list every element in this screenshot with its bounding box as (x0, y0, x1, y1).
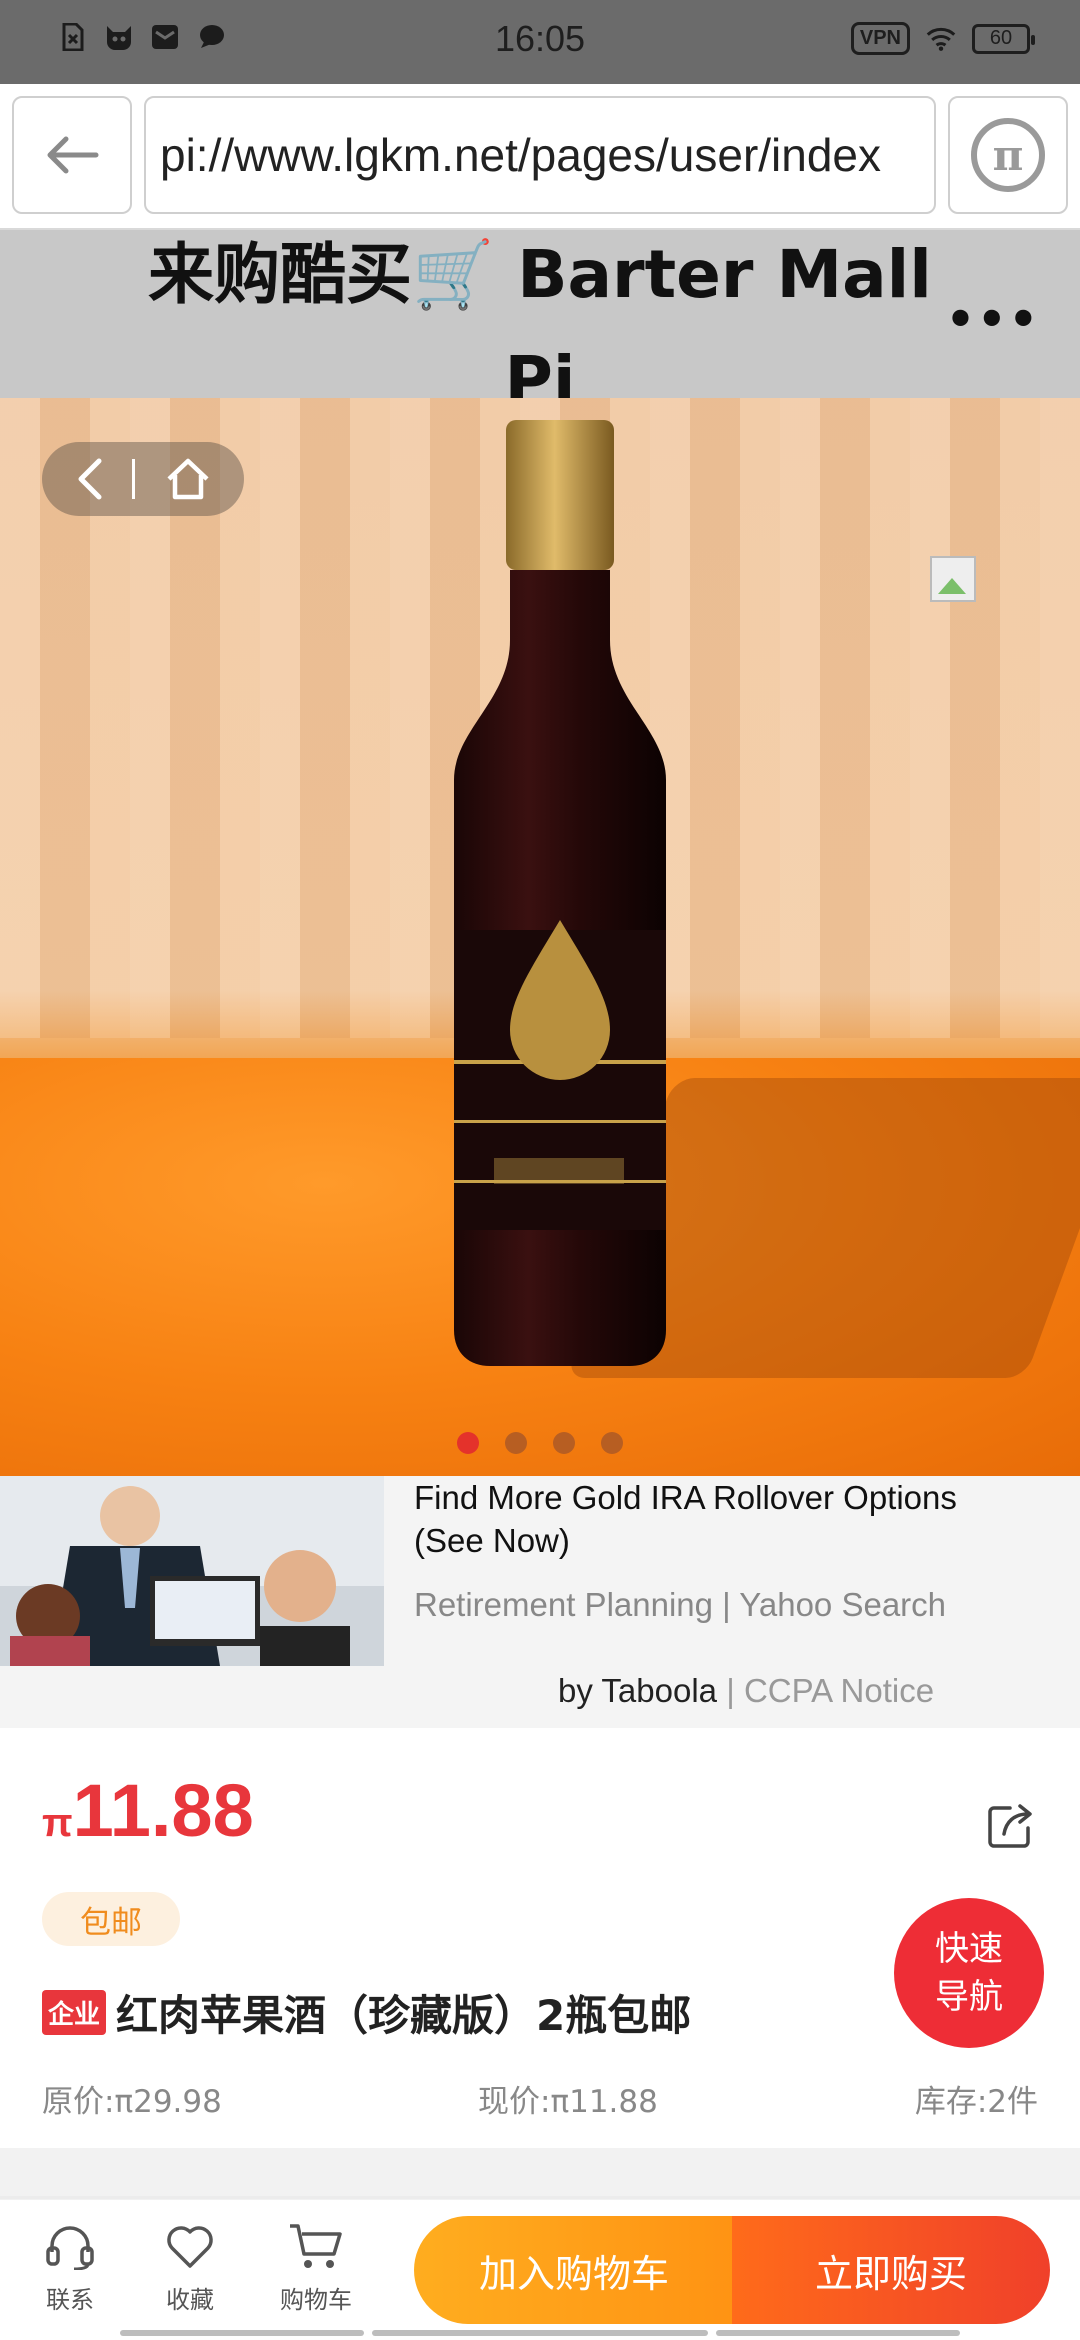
product-title-row: 企业 红肉苹果酒（珍藏版）2瓶包邮 (42, 1982, 691, 2043)
carousel-dot[interactable] (505, 1432, 527, 1454)
ad-image[interactable] (0, 1476, 384, 1666)
carousel-dots (0, 1432, 1080, 1454)
wine-bottle-photo (454, 420, 666, 1366)
ad-headline[interactable]: Find More Gold IRA Rollover Options (See… (414, 1476, 1034, 1562)
price: π11.88 (42, 1768, 254, 1853)
stock-count: 库存:2件 (914, 2084, 1038, 2120)
home-icon[interactable] (165, 457, 211, 501)
vpn-icon: VPN (850, 22, 910, 55)
ad-attribution: by Taboola | CCPA Notice (558, 1672, 934, 1710)
page-header: 来购酷买🛒 Barter Mall Pi ••• (0, 230, 1080, 419)
taboola-label[interactable]: by Taboola (558, 1672, 717, 1709)
add-to-cart-button[interactable]: 加入购物车 (414, 2216, 734, 2324)
back-button[interactable] (12, 96, 132, 214)
contact-tab[interactable]: 联系 (20, 2222, 120, 2315)
gesture-bar-left (120, 2330, 364, 2336)
attribution-separator: | (726, 1672, 735, 1709)
browser-address-bar: pi://www.lgkm.net/pages/user/index π (0, 84, 1080, 230)
product-title: 红肉苹果酒（珍藏版）2瓶包邮 (116, 1991, 692, 2040)
headset-icon (46, 2226, 94, 2271)
favorite-label: 收藏 (166, 2286, 214, 2314)
pill-divider (132, 459, 136, 499)
original-price: 原价:π29.98 (42, 2084, 222, 2120)
ad-source: Retirement Planning | Yahoo Search (414, 1586, 947, 1623)
gesture-bar-center[interactable] (372, 2330, 708, 2336)
favorite-tab[interactable]: 收藏 (140, 2222, 240, 2315)
bottom-action-bar: 联系 收藏 购物车 加入购物车 立即购买 (0, 2200, 1080, 2340)
free-shipping-badge: 包邮 (42, 1892, 180, 1946)
enterprise-badge: 企业 (42, 1990, 107, 2035)
more-menu-button[interactable]: ••• (946, 292, 1040, 346)
share-icon[interactable] (984, 1800, 1036, 1852)
broken-image-icon (930, 556, 976, 602)
current-price: 现价:π11.88 (478, 2084, 658, 2120)
carousel-dot[interactable] (601, 1432, 623, 1454)
chevron-left-icon[interactable] (75, 457, 103, 501)
status-bar: 16:05 VPN 60 (0, 0, 1080, 84)
quick-nav-line1: 快速 (935, 1929, 1003, 1969)
cart-tab[interactable]: 购物车 (266, 2222, 366, 2315)
pi-logo-icon: π (971, 118, 1045, 192)
gesture-bar-right (716, 2330, 960, 2336)
cart-icon (290, 2224, 342, 2268)
ccpa-notice-link[interactable]: CCPA Notice (744, 1672, 934, 1709)
arrow-left-icon (47, 136, 99, 174)
image-nav-pill (42, 442, 244, 516)
product-info: π11.88 包邮 企业 红肉苹果酒（珍藏版）2瓶包邮 快速 导航 原价:π29… (0, 1728, 1080, 2148)
cart-label: 购物车 (280, 2286, 352, 2314)
system-icons: VPN 60 (850, 22, 1035, 55)
url-field[interactable]: pi://www.lgkm.net/pages/user/index (144, 96, 936, 214)
price-value: 11.88 (72, 1769, 254, 1852)
quick-nav-line2: 导航 (935, 1977, 1003, 2017)
carousel-dot[interactable] (457, 1432, 479, 1454)
section-divider (0, 2196, 1080, 2199)
heart-icon (167, 2226, 213, 2268)
wifi-icon (926, 24, 956, 54)
currency-symbol: π (42, 1801, 73, 1845)
pi-browser-button[interactable]: π (948, 96, 1068, 214)
quick-nav-button[interactable]: 快速 导航 (894, 1898, 1044, 2048)
contact-label: 联系 (46, 2286, 94, 2314)
buy-now-button[interactable]: 立即购买 (732, 2216, 1050, 2324)
battery-icon: 60 (972, 23, 1035, 54)
product-image-carousel[interactable] (0, 398, 1080, 1476)
carousel-dot[interactable] (553, 1432, 575, 1454)
sponsored-ad[interactable]: Find More Gold IRA Rollover Options (See… (0, 1476, 1080, 1728)
